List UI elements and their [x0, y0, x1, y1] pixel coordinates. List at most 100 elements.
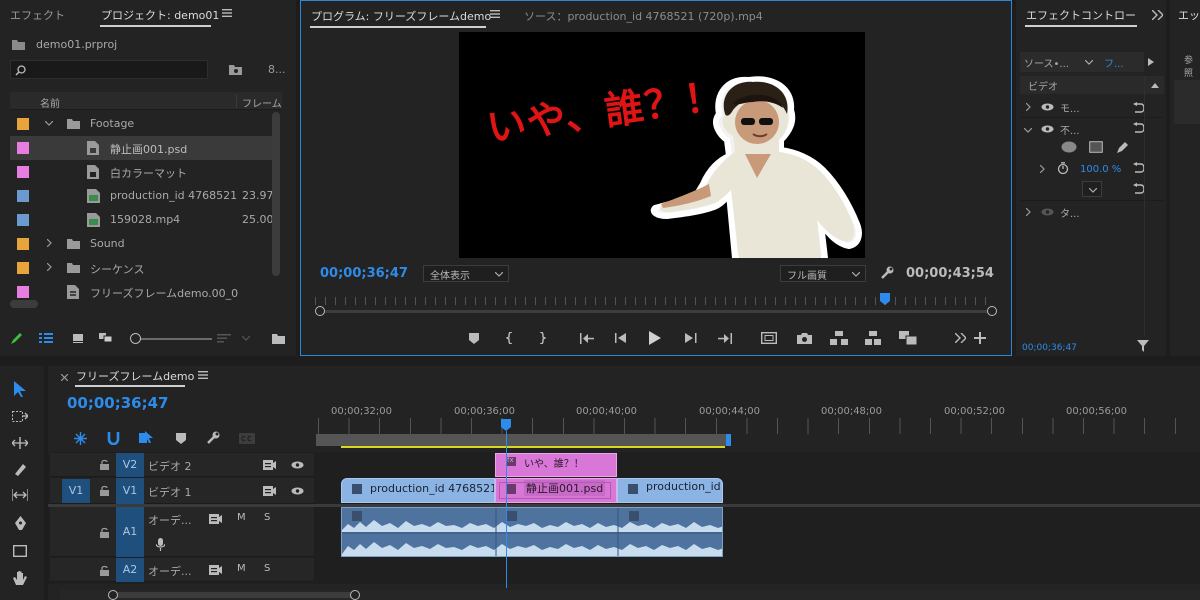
clip-video-a[interactable]: production_id 4768521 ( — [341, 478, 495, 503]
scrollbar-right-handle[interactable] — [350, 590, 360, 600]
sort-icon[interactable] — [216, 330, 232, 346]
clip-title-v2[interactable]: fx いや、誰？！ — [495, 453, 617, 477]
opacity-value[interactable]: 100.0 % — [1080, 164, 1121, 175]
label-color-swatch[interactable] — [17, 142, 29, 154]
icon-view-icon[interactable] — [70, 330, 86, 346]
fx-badge[interactable] — [507, 511, 517, 521]
label-color-swatch[interactable] — [17, 286, 29, 298]
lock-icon[interactable] — [98, 564, 110, 576]
wrench-icon[interactable] — [205, 430, 221, 446]
list-item[interactable]: Sound — [10, 232, 272, 256]
rectangle-mask-icon[interactable] — [1088, 140, 1104, 154]
column-name[interactable]: 名前 — [40, 95, 60, 110]
sync-lock-icon[interactable] — [208, 564, 222, 576]
label-color-swatch[interactable] — [17, 118, 29, 130]
find-bin-icon[interactable] — [228, 62, 242, 76]
go-to-in-icon[interactable] — [579, 331, 595, 345]
label-color-swatch[interactable] — [17, 238, 29, 250]
overflow-tabs-icon[interactable] — [1150, 8, 1164, 22]
audio-clip[interactable] — [341, 507, 723, 557]
list-item[interactable]: シーケンス — [10, 256, 272, 280]
chevron-right-icon[interactable] — [44, 238, 54, 248]
close-icon[interactable] — [58, 371, 70, 383]
track-target-a2[interactable]: A2 — [116, 558, 144, 582]
mute-button[interactable]: M — [237, 512, 246, 523]
project-search-input[interactable] — [10, 60, 208, 79]
filter-icon[interactable] — [1136, 339, 1150, 353]
captions-icon[interactable] — [238, 430, 256, 446]
tab-timeline[interactable]: フリーズフレームdemo — [76, 368, 194, 384]
tab-effects-secondary[interactable]: エッ — [1178, 7, 1200, 23]
fx-badge[interactable] — [352, 484, 362, 494]
effect-row-time-remap[interactable]: タ... — [1020, 200, 1164, 222]
eye-icon[interactable] — [1040, 124, 1054, 134]
effect-row-motion[interactable]: モ... — [1020, 96, 1164, 118]
track-target-v2[interactable]: V2 — [116, 453, 144, 477]
extract-icon[interactable] — [863, 330, 883, 346]
tab-program[interactable]: プログラム: フリーズフレームdemo — [311, 8, 491, 24]
source-selector[interactable]: ソース•... フ... — [1020, 52, 1144, 72]
scrub-out-handle[interactable] — [987, 306, 997, 316]
pencil-icon[interactable] — [9, 330, 25, 346]
lock-icon[interactable] — [98, 458, 110, 470]
mark-in-icon[interactable] — [503, 331, 517, 345]
lock-icon[interactable] — [98, 484, 110, 496]
add-marker-icon[interactable] — [467, 331, 481, 345]
play-icon[interactable] — [647, 330, 663, 346]
scrub-ruler[interactable] — [315, 297, 993, 305]
list-item[interactable]: フリーズフレームdemo.00_0 — [10, 280, 272, 304]
chevron-right-icon[interactable] — [44, 262, 54, 272]
play-icon[interactable] — [1146, 56, 1156, 68]
list-item[interactable]: 白カラーマット — [10, 160, 272, 184]
scrollbar-thumb[interactable] — [112, 592, 356, 598]
project-scrollbar[interactable] — [272, 112, 280, 276]
panel-menu-icon[interactable] — [488, 7, 502, 21]
add-button-icon[interactable] — [973, 331, 987, 345]
effect-row-opacity[interactable]: 不... — [1020, 118, 1164, 140]
scrollbar-left-handle[interactable] — [108, 590, 118, 600]
eye-icon[interactable] — [290, 486, 304, 496]
thumbnail-zoom-handle[interactable] — [130, 333, 141, 344]
camera-icon[interactable] — [795, 331, 813, 345]
solo-button[interactable]: S — [264, 512, 270, 523]
fx-badge[interactable] — [628, 484, 638, 494]
snap-icon[interactable] — [105, 430, 121, 446]
tab-project[interactable]: プロジェクト: demo01 — [101, 7, 219, 23]
pen-tool-icon[interactable] — [11, 514, 29, 532]
label-color-swatch[interactable] — [17, 262, 29, 274]
sync-lock-icon[interactable] — [262, 459, 276, 471]
mute-button[interactable]: M — [237, 563, 246, 574]
timeline-playhead-head[interactable] — [501, 419, 511, 431]
mark-out-icon[interactable] — [535, 331, 549, 345]
source-patch-v1[interactable]: V1 — [62, 479, 90, 503]
razor-tool-icon[interactable] — [11, 460, 29, 478]
fx-badge[interactable] — [629, 511, 639, 521]
list-item[interactable]: Footage — [10, 112, 272, 136]
chevron-down-icon[interactable] — [1023, 126, 1033, 134]
zoom-select[interactable]: 全体表示 — [423, 265, 509, 282]
scrub-track[interactable] — [319, 310, 993, 313]
fx-badge[interactable] — [352, 511, 362, 521]
nest-icon[interactable] — [72, 430, 88, 446]
track-select-tool-icon[interactable] — [11, 408, 29, 426]
column-frame-rate[interactable]: フレーム — [242, 95, 282, 110]
sync-lock-icon[interactable] — [262, 485, 276, 497]
chevron-down-icon[interactable] — [240, 332, 252, 344]
project-hscrollbar[interactable] — [10, 300, 38, 308]
track-target-a1[interactable]: A1 — [116, 507, 144, 557]
list-view-icon[interactable] — [38, 330, 54, 346]
blend-mode-select[interactable] — [1082, 181, 1102, 197]
eye-icon[interactable] — [1040, 102, 1054, 112]
tab-effects[interactable]: エフェクト — [10, 7, 65, 23]
linked-selection-icon[interactable] — [138, 430, 154, 446]
list-item[interactable]: 159028.mp4 25.00 — [10, 208, 274, 232]
ellipse-mask-icon[interactable] — [1060, 140, 1078, 154]
tab-effect-controls[interactable]: エフェクトコントロー — [1026, 7, 1136, 23]
ripple-edit-tool-icon[interactable] — [11, 434, 29, 452]
chevron-down-icon[interactable] — [44, 118, 54, 128]
track-target-v1[interactable]: V1 — [116, 478, 144, 504]
work-area-end[interactable] — [726, 434, 731, 446]
hand-tool-icon[interactable] — [11, 568, 29, 586]
scrub-in-handle[interactable] — [315, 306, 325, 316]
label-color-swatch[interactable] — [17, 214, 29, 226]
